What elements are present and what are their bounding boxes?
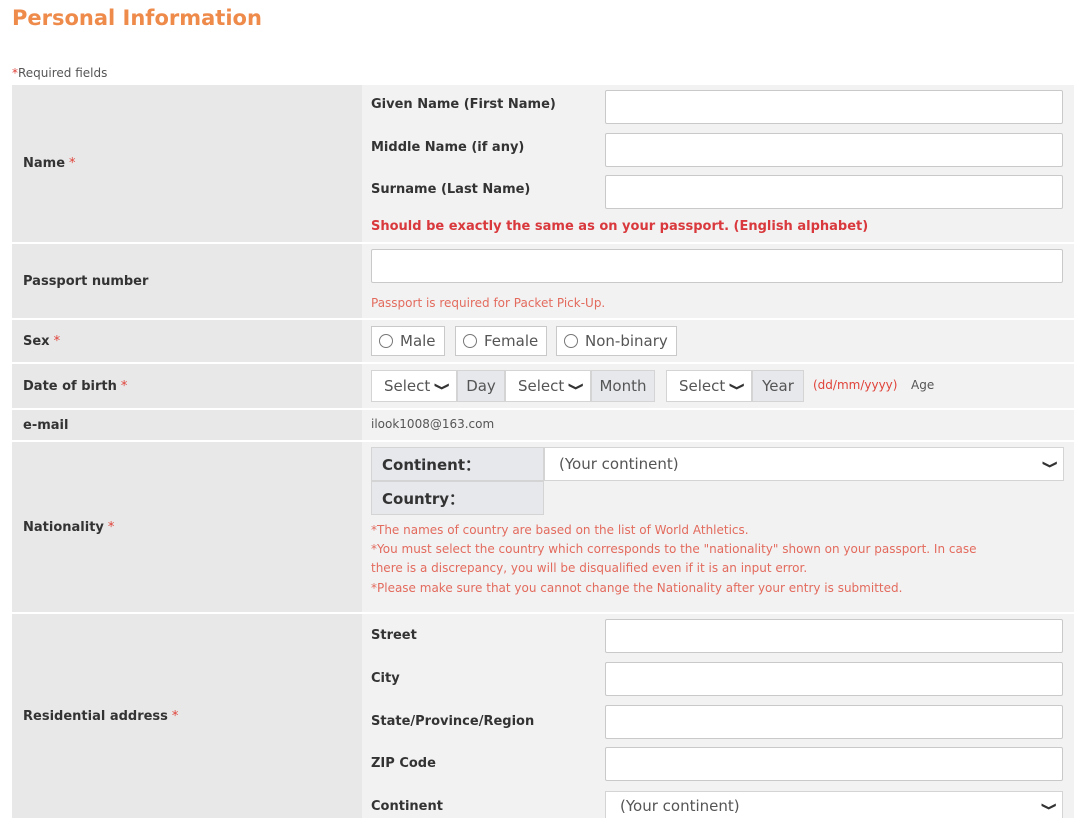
passport-row: Passport number Passport is required for…	[12, 244, 1074, 318]
address-continent-value: (Your continent)	[620, 797, 740, 815]
dob-day-select-value: Select	[384, 377, 431, 395]
required-fields-note: *Required fields	[12, 66, 107, 80]
zip-label: ZIP Code	[371, 756, 436, 771]
sex-option-female[interactable]: Female	[455, 326, 548, 356]
dob-required-star: *	[120, 378, 128, 394]
address-required-star: *	[171, 708, 179, 724]
radio-circle-icon[interactable]	[564, 334, 578, 348]
chevron-down-icon: ❯	[1041, 459, 1059, 469]
dob-year-select[interactable]: Select ❯	[666, 370, 752, 402]
dob-label-cell: Date of birth *	[12, 364, 362, 408]
chevron-down-icon: ❯	[434, 381, 452, 391]
sex-row: Sex * Male Female Non-binary	[12, 320, 1074, 362]
chevron-down-icon: ❯	[1040, 801, 1058, 811]
passport-label-cell: Passport number	[12, 244, 362, 318]
chevron-down-icon: ❯	[568, 381, 586, 391]
sex-label-cell: Sex *	[12, 320, 362, 362]
dob-content-cell: Select ❯ Day Select ❯ Month Select ❯ Year (…	[362, 364, 1074, 408]
dob-year-select-value: Select	[679, 377, 726, 395]
dob-label: Date of birth	[23, 378, 117, 394]
address-content-cell: Street City State/Province/Region ZIP Co…	[362, 614, 1074, 818]
name-label-cell: Name *	[12, 85, 362, 242]
nationality-label-cell: Nationality *	[12, 442, 362, 612]
name-row: Name * Given Name (First Name) Middle Nam…	[12, 85, 1074, 242]
chevron-down-icon: ❯	[729, 381, 747, 391]
email-label-cell: e-mail	[12, 410, 362, 440]
email-value: ilook1008@163.com	[371, 417, 495, 431]
dob-month-select[interactable]: Select ❯	[505, 370, 591, 402]
dob-row: Date of birth * Select ❯ Day Select ❯ Month…	[12, 364, 1074, 408]
nationality-required-star: *	[107, 519, 115, 535]
surname-label: Surname (Last Name)	[371, 182, 531, 197]
state-input[interactable]	[605, 705, 1063, 739]
email-label: e-mail	[23, 417, 69, 433]
sex-option-label: Female	[484, 332, 539, 350]
nationality-continent-label: Continent：	[371, 447, 544, 481]
passport-input[interactable]	[371, 249, 1063, 283]
required-note-text: Required fields	[18, 66, 108, 80]
zip-input[interactable]	[605, 747, 1063, 781]
nationality-row: Nationality * Continent： (Your continent)…	[12, 442, 1074, 612]
radio-circle-icon[interactable]	[379, 334, 393, 348]
street-label: Street	[371, 628, 417, 643]
sex-option-label: Male	[400, 332, 436, 350]
dob-day-addon: Day	[457, 370, 505, 402]
dob-format-hint: (dd/mm/yyyy)	[813, 378, 898, 392]
dob-month-addon: Month	[591, 370, 655, 402]
given-name-input[interactable]	[605, 90, 1063, 124]
given-name-label: Given Name (First Name)	[371, 97, 556, 112]
name-passport-note: Should be exactly the same as on your pa…	[371, 219, 869, 234]
nationality-note-line: *The names of country are based on the l…	[371, 523, 749, 537]
dob-day-select[interactable]: Select ❯	[371, 370, 457, 402]
nationality-note-line: there is a discrepancy, you will be disq…	[371, 561, 808, 576]
address-row: Residential address * Street City State/P…	[12, 614, 1074, 818]
street-input[interactable]	[605, 619, 1063, 653]
email-row: e-mail ilook1008@163.com	[12, 410, 1074, 440]
sex-content-cell: Male Female Non-binary	[362, 320, 1074, 362]
sex-option-non-binary[interactable]: Non-binary	[556, 326, 677, 356]
name-label: Name	[23, 156, 66, 171]
nationality-content-cell: Continent： (Your continent) ❯ Country： *…	[362, 442, 1074, 612]
passport-label: Passport number	[23, 273, 149, 289]
address-label: Residential address	[23, 708, 168, 724]
middle-name-label: Middle Name (if any)	[371, 140, 525, 155]
sex-option-label: Non-binary	[585, 332, 668, 350]
address-continent-select[interactable]: (Your continent) ❯	[605, 791, 1063, 818]
address-label-cell: Residential address *	[12, 614, 362, 818]
dob-age-label: Age	[911, 378, 935, 392]
nationality-note-line: *Please make sure that you cannot change…	[371, 580, 903, 595]
name-content-cell: Given Name (First Name) Middle Name (if …	[362, 85, 1074, 242]
radio-circle-icon[interactable]	[463, 334, 477, 348]
middle-name-input[interactable]	[605, 133, 1063, 167]
name-required-star: *	[69, 156, 76, 171]
sex-required-star: *	[53, 333, 61, 349]
dob-month-select-value: Select	[518, 377, 565, 395]
email-content-cell: ilook1008@163.com	[362, 410, 1074, 440]
state-label: State/Province/Region	[371, 714, 535, 729]
city-input[interactable]	[605, 662, 1063, 696]
dob-year-addon: Year	[752, 370, 804, 402]
passport-note: Passport is required for Packet Pick-Up.	[371, 296, 606, 310]
nationality-continent-value: (Your continent)	[559, 455, 679, 473]
surname-input[interactable]	[605, 175, 1063, 209]
city-label: City	[371, 671, 400, 686]
address-continent-label: Continent	[371, 799, 443, 814]
sex-label: Sex	[23, 333, 50, 349]
page-title: Personal Information	[12, 6, 262, 30]
nationality-note-line: *You must select the country which corre…	[371, 542, 977, 557]
nationality-country-label: Country：	[371, 481, 544, 515]
sex-option-male[interactable]: Male	[371, 326, 445, 356]
passport-content-cell: Passport is required for Packet Pick-Up.	[362, 244, 1074, 318]
nationality-label: Nationality	[23, 519, 104, 535]
nationality-continent-select[interactable]: (Your continent) ❯	[544, 447, 1064, 481]
nationality-notes: *The names of country are based on the l…	[371, 521, 976, 598]
